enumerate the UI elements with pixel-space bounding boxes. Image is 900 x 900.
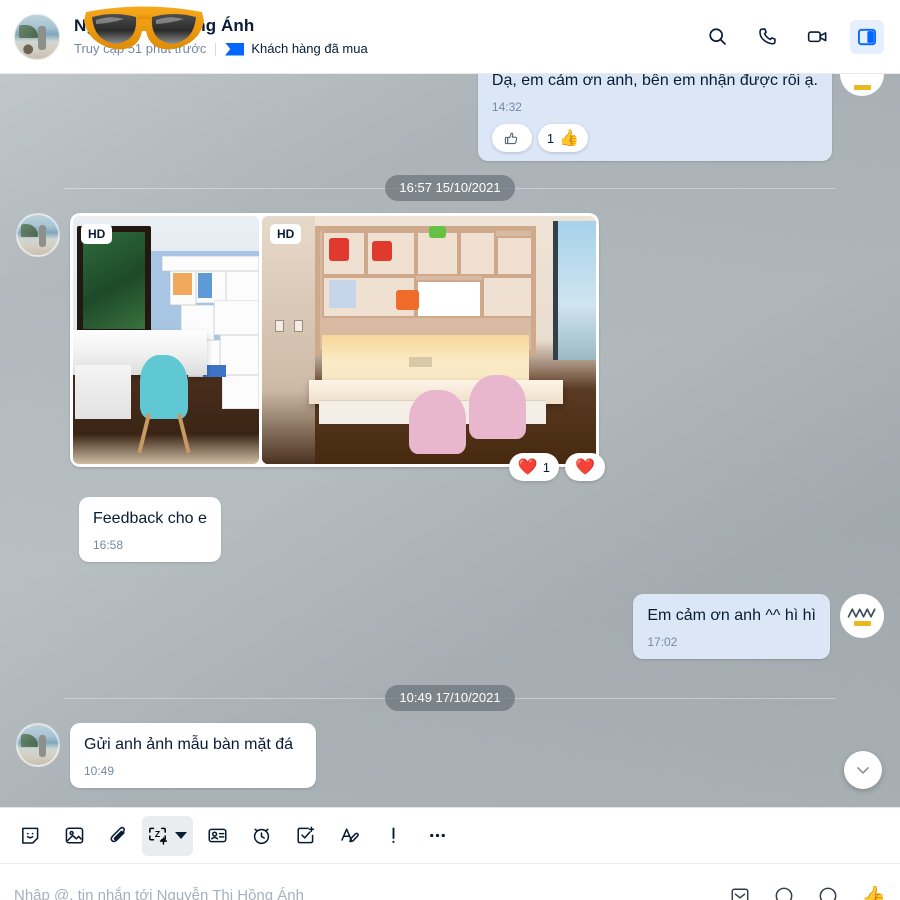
image-icon[interactable] [54,816,94,856]
business-card-icon[interactable] [197,816,237,856]
tag-flag-icon [225,43,244,56]
contact-name: Nguyễn Thị Hồng Ánh [74,16,255,35]
message-bubble-feedback[interactable]: Feedback cho e 16:58 [79,497,221,562]
message-text: Feedback cho e [93,510,207,527]
reaction-count: 1 [546,130,555,146]
message-bubble-last[interactable]: Gửi anh ảnh mẫu bàn mặt đá 10:49 [70,723,316,788]
contact-avatar[interactable] [14,13,60,60]
like-thumb-icon[interactable]: 👍 [861,884,886,900]
message-row-photos: HD HD ❤️ 1 ❤️ [16,213,884,481]
message-time: 17:02 [647,635,678,649]
composer-toolbar: Z [0,808,900,864]
message-text: Em cảm ơn anh ^^ hì hì [647,607,816,624]
todo-task-icon[interactable] [285,816,325,856]
message-row-feedback: Feedback cho e 16:58 [16,497,884,562]
more-options-icon[interactable] [417,816,457,856]
date-divider-label: 10:49 17/10/2021 [385,685,515,711]
message-row-last: Gửi anh ảnh mẫu bàn mặt đá 10:49 [16,723,884,788]
hd-badge: HD [270,224,302,244]
quick-emoji-icon[interactable] [817,885,839,900]
message-time: 14:32 [491,100,522,114]
date-divider-label: 16:57 15/10/2021 [385,175,515,201]
date-divider-2: 10:49 17/10/2021 [16,685,884,711]
separator [215,42,217,56]
sender-avatar[interactable] [16,213,60,257]
chat-window: Nguyễn Thị Hồng Ánh Truy cập 51 phút trư… [0,0,900,900]
video-camera-icon[interactable] [800,20,834,54]
message-bubble-reply[interactable]: Em cảm ơn anh ^^ hì hì 17:02 [633,594,830,659]
sender-avatar[interactable] [16,723,60,767]
sticker-icon[interactable] [10,816,50,856]
conversation-header: Nguyễn Thị Hồng Ánh Truy cập 51 phút trư… [0,0,900,74]
message-row-partial: Dạ, em cảm ơn anh, bên em nhận được rồi … [16,74,884,161]
contact-info: Nguyễn Thị Hồng Ánh Truy cập 51 phút trư… [74,6,700,58]
avatar-chip [853,620,871,626]
phone-icon[interactable] [750,20,784,54]
my-avatar[interactable] [840,594,884,638]
message-text: Dạ, em cảm ơn anh, bên em nhận được rồi … [491,74,818,89]
attachment-icon[interactable] [98,816,138,856]
message-row-reply: Em cảm ơn anh ^^ hì hì 17:02 [16,594,884,659]
reaction-bar: 1 👍 [491,124,818,152]
photo-reaction-bar: ❤️ 1 ❤️ [508,453,605,481]
heart-emoji: ❤️ [575,459,595,476]
chevron-down-icon [857,767,869,774]
zigzag-icon [847,607,876,618]
sidebar-toggle-icon[interactable] [850,19,884,54]
message-input[interactable]: Nhập @, tin nhắn tới Nguyễn Thị Hồng Ánh [14,886,304,900]
message-list[interactable]: Dạ, em cảm ơn anh, bên em nhận được rồi … [0,74,900,807]
thumbsup-emoji: 👍 [559,130,580,147]
emoji-icon[interactable] [773,885,795,900]
message-input-row[interactable]: Nhập @, tin nhắn tới Nguyễn Thị Hồng Ánh… [0,864,900,900]
avatar-chip [853,85,871,90]
photo-desk-pink-chairs[interactable]: HD [262,216,596,464]
send-message-icon[interactable] [729,885,751,900]
last-seen-text: Truy cập 51 phút trước [74,41,207,56]
contact-status-row: Truy cập 51 phút trước Khách hàng đã mua [74,40,700,58]
sender-avatar-partial[interactable] [840,74,884,96]
scroll-to-bottom-button[interactable] [844,751,882,789]
text-format-icon[interactable] [329,816,369,856]
chevron-down-icon[interactable] [175,832,187,839]
message-time: 10:49 [84,764,115,778]
svg-text:Z: Z [155,829,161,839]
heart-emoji: ❤️ [517,459,538,476]
hd-badge: HD [81,224,113,244]
customer-tag-label: Khách hàng đã mua [251,41,368,56]
photo-desk-blue-room[interactable]: HD [73,216,259,464]
date-divider-1: 16:57 15/10/2021 [16,175,884,201]
header-actions [700,19,884,54]
thumbsup-react-count[interactable]: 1 👍 [537,124,589,152]
message-text: Gửi anh ảnh mẫu bàn mặt đá [84,736,294,753]
send-actions: 👍 [729,884,886,900]
reminder-alarm-icon[interactable] [241,816,281,856]
reaction-count: 1 [542,459,550,475]
photo-attachment-group[interactable]: HD HD ❤️ 1 ❤️ [70,213,605,481]
message-time: 16:58 [93,538,124,552]
message-bubble-partial[interactable]: Dạ, em cảm ơn anh, bên em nhận được rồi … [477,74,832,161]
thumbsup-react-button[interactable] [491,124,532,152]
heart-react-count[interactable]: ❤️ 1 [508,453,559,481]
message-composer: Z Nhập @, tin nhắn tới Nguyễn Thị Hồng Á… [0,807,900,900]
search-icon[interactable] [700,20,734,54]
heart-react-button[interactable]: ❤️ [565,453,605,481]
screen-capture-icon[interactable]: Z [142,815,193,856]
priority-icon[interactable] [373,816,413,856]
